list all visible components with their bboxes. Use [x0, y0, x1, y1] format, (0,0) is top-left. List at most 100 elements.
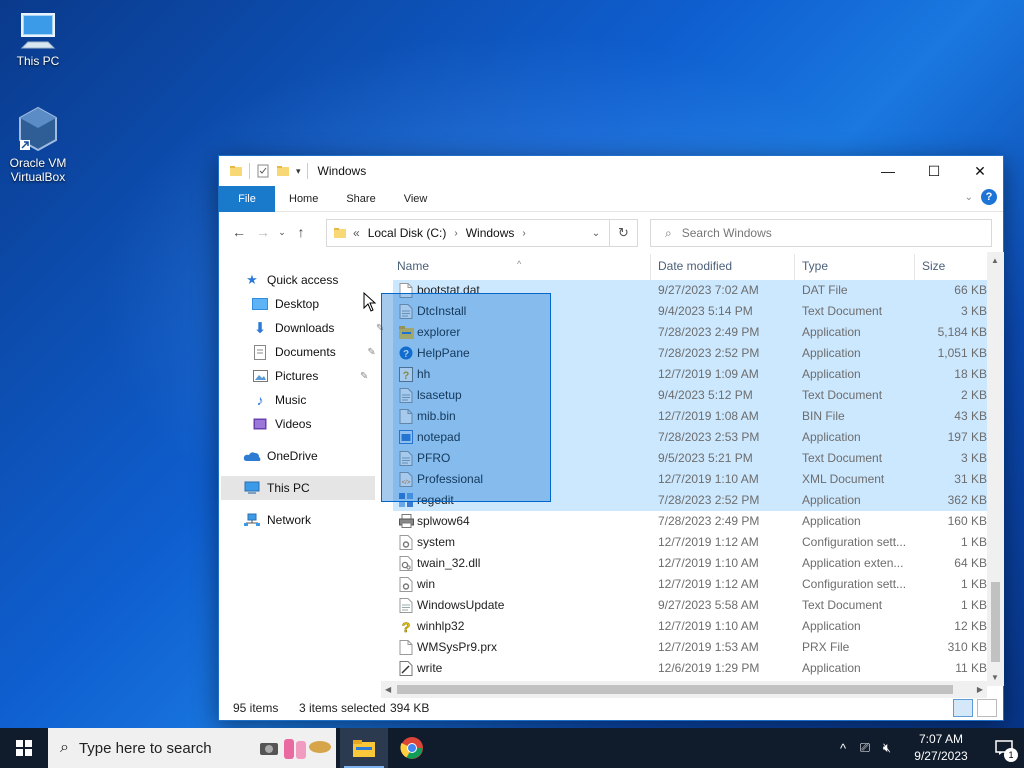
volume-muted-icon[interactable]: 🔇︎ — [876, 740, 898, 756]
documents-icon — [251, 344, 269, 360]
horizontal-scroll-thumb[interactable] — [397, 685, 953, 694]
file-name: splwow64 — [417, 514, 470, 528]
selection-rectangle — [381, 293, 551, 502]
vertical-scrollbar[interactable]: ▲ ▼ — [987, 252, 1004, 686]
nav-videos[interactable]: Videos — [251, 412, 311, 436]
column-headers: ^ Name Date modified Type Size — [393, 252, 987, 280]
expand-ribbon-icon[interactable]: ⌄ — [965, 192, 973, 203]
item-count: 95 items — [233, 701, 279, 715]
properties-icon[interactable] — [256, 164, 270, 178]
config-file-icon — [399, 535, 413, 550]
file-row[interactable]: ? winhlp32 12/7/2019 1:10 AM Application 12 … — [393, 616, 987, 637]
file-row[interactable]: write 12/6/2019 1:29 PM Application 11 KB — [393, 658, 987, 679]
search-icon: ⌕ — [665, 225, 672, 240]
sort-ascending-icon: ^ — [517, 259, 522, 269]
nav-onedrive[interactable]: OneDrive — [243, 444, 318, 468]
desktop-icon-label: This PC — [16, 54, 60, 68]
scroll-down-icon[interactable]: ▼ — [991, 673, 999, 682]
close-button[interactable]: ✕ — [957, 156, 1003, 186]
config-file-icon — [399, 577, 413, 592]
pin-icon: ✎ — [367, 346, 376, 358]
address-dropdown-icon[interactable]: ⌄ — [583, 220, 609, 246]
forward-button[interactable]: → — [251, 224, 275, 240]
search-box[interactable]: ⌕ Search Windows — [650, 219, 992, 247]
nav-documents[interactable]: Documents ✎ — [251, 340, 376, 364]
desktop-icon-label: Oracle VM VirtualBox — [9, 156, 67, 184]
show-hidden-icons-icon[interactable]: ^ — [832, 741, 854, 756]
help-button[interactable]: ? — [981, 189, 997, 205]
desktop-icon-virtualbox[interactable]: Oracle VM VirtualBox — [0, 106, 76, 184]
tab-home[interactable]: Home — [275, 186, 332, 212]
file-row[interactable]: twain_32.dll 12/7/2019 1:10 AM Application… — [393, 553, 987, 574]
file-row[interactable]: WMSysPr9.prx 12/7/2019 1:53 AM PRX File 310… — [393, 637, 987, 658]
chevron-right-icon[interactable]: › — [454, 228, 457, 239]
clock[interactable]: 7:07 AM 9/27/2023 — [898, 731, 984, 765]
refresh-button[interactable]: ↻ — [610, 219, 638, 247]
up-button[interactable]: ↑ — [289, 224, 313, 240]
breadcrumb-windows[interactable]: Windows — [466, 226, 515, 240]
scroll-up-icon[interactable]: ▲ — [991, 256, 999, 265]
clock-date: 9/27/2023 — [914, 749, 968, 763]
tab-view[interactable]: View — [390, 186, 442, 212]
details-view-button[interactable] — [953, 699, 973, 717]
file-row[interactable]: WindowsUpdate 9/27/2023 5:58 AM Text Docum… — [393, 595, 987, 616]
address-bar[interactable]: « Local Disk (C:) › Windows › ⌄ — [326, 219, 610, 247]
column-header-size[interactable]: Size — [922, 259, 945, 273]
notification-badge: 1 — [1004, 748, 1018, 762]
file-type: Text Document — [802, 304, 883, 318]
nav-pictures[interactable]: Pictures ✎ — [251, 364, 368, 388]
chevron-right-icon[interactable]: › — [522, 228, 525, 239]
file-size: 2 KB — [960, 388, 987, 402]
action-center-button[interactable]: 1 — [984, 728, 1024, 768]
breadcrumb-overflow[interactable]: « — [353, 226, 360, 240]
taskbar-chrome[interactable] — [388, 728, 436, 768]
file-type: Text Document — [802, 451, 883, 465]
new-folder-icon[interactable] — [276, 164, 290, 178]
column-header-type[interactable]: Type — [802, 259, 828, 273]
nav-music[interactable]: ♪ Music — [251, 388, 307, 412]
file-date-modified: 9/27/2023 5:58 AM — [658, 598, 759, 612]
file-date-modified: 12/7/2019 1:10 AM — [658, 556, 759, 570]
breadcrumb-local-disk[interactable]: Local Disk (C:) — [368, 226, 447, 240]
file-type: Application — [802, 430, 861, 444]
maximize-button[interactable]: ☐ — [911, 156, 957, 186]
scroll-right-icon[interactable]: ▶ — [977, 685, 983, 694]
file-name: twain_32.dll — [417, 556, 481, 570]
file-size: 160 KB — [947, 514, 987, 528]
scroll-left-icon[interactable]: ◀ — [385, 685, 391, 694]
tab-share[interactable]: Share — [332, 186, 389, 212]
file-date-modified: 12/7/2019 1:10 AM — [658, 472, 759, 486]
column-header-name[interactable]: Name — [397, 259, 429, 273]
taskbar-file-explorer[interactable] — [340, 728, 388, 768]
nav-network[interactable]: Network — [243, 508, 311, 532]
file-row[interactable]: splwow64 7/28/2023 2:49 PM Application 160 … — [393, 511, 987, 532]
back-button[interactable]: ← — [227, 224, 251, 240]
file-size: 5,184 KB — [937, 325, 987, 339]
customize-toolbar-icon[interactable]: ▾ — [296, 166, 301, 177]
taskbar-search-box[interactable]: ⌕ Type here to search — [48, 728, 336, 768]
tab-file[interactable]: File — [219, 185, 275, 212]
file-type: Application — [802, 514, 861, 528]
nav-label: Quick access — [267, 273, 339, 287]
search-icon: ⌕ — [60, 739, 69, 756]
clock-time: 7:07 AM — [918, 732, 964, 746]
nav-this-pc[interactable]: This PC — [221, 476, 375, 500]
nav-downloads[interactable]: ⬇ Downloads ✎ — [251, 316, 385, 340]
column-header-date[interactable]: Date modified — [658, 259, 732, 273]
network-status-icon[interactable]: ⎚ — [854, 740, 876, 756]
file-type: BIN File — [802, 409, 845, 423]
toolbar-divider — [249, 163, 250, 179]
start-button[interactable] — [0, 728, 48, 768]
vertical-scroll-thumb[interactable] — [991, 582, 1000, 662]
file-row[interactable]: win 12/7/2019 1:12 AM Configuration sett..… — [393, 574, 987, 595]
large-icons-view-button[interactable] — [977, 699, 997, 717]
nav-desktop[interactable]: Desktop — [251, 292, 319, 316]
desktop-icon-this-pc[interactable]: This PC — [0, 10, 76, 68]
file-name: win — [417, 577, 436, 591]
file-row[interactable]: system 12/7/2019 1:12 AM Configuration set… — [393, 532, 987, 553]
recent-locations-button[interactable]: ⌄ — [275, 227, 289, 238]
title-bar[interactable]: ▾ Windows — ☐ ✕ — [219, 156, 1003, 186]
nav-quick-access[interactable]: ★ Quick access — [243, 268, 338, 292]
minimize-button[interactable]: — — [865, 156, 911, 186]
quick-access-toolbar: ▾ — [219, 156, 308, 186]
